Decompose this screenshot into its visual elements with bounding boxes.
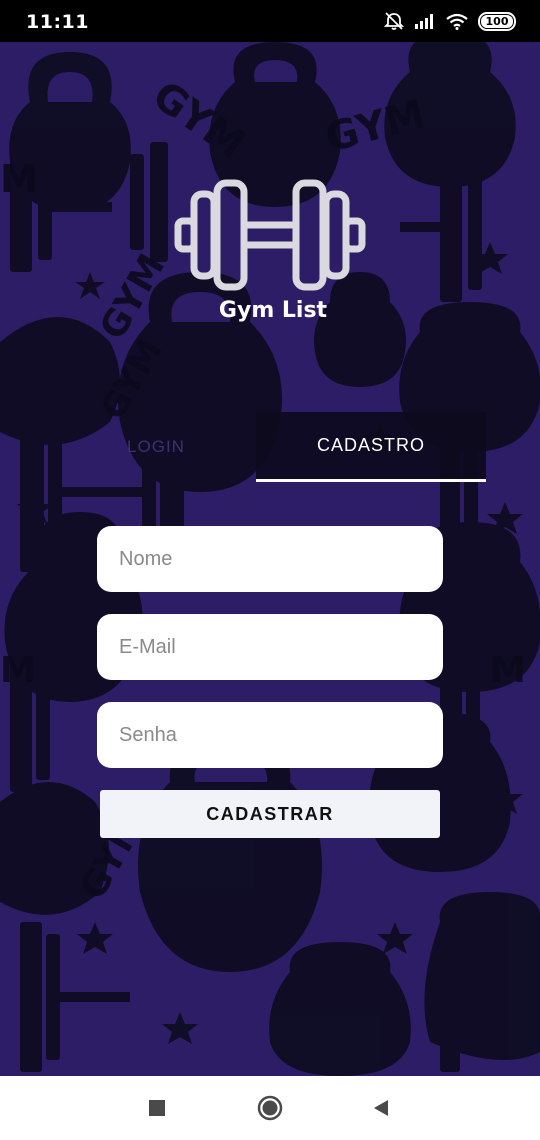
- name-input[interactable]: [97, 526, 443, 592]
- recent-apps-button[interactable]: [142, 1094, 172, 1122]
- active-tab-indicator: [256, 479, 486, 482]
- svg-text:M: M: [0, 650, 36, 691]
- register-button[interactable]: CADASTRAR: [100, 790, 440, 838]
- battery-level: 100: [485, 14, 509, 28]
- signal-icon: [415, 14, 433, 29]
- wifi-icon: [446, 13, 468, 30]
- tab-cadastro[interactable]: CADASTRO: [256, 412, 486, 479]
- status-time: 11:11: [26, 11, 89, 33]
- app-title: Gym List: [218, 298, 328, 323]
- battery-icon: 100: [478, 11, 516, 31]
- status-icons: 100: [384, 10, 516, 32]
- password-input[interactable]: [97, 702, 443, 768]
- svg-text:M: M: [0, 157, 38, 201]
- register-screen: GYM GYM M GYM M GYM GYM M Gym List LOGIN…: [0, 42, 540, 1076]
- navigation-bar: [0, 1076, 540, 1140]
- alarm-off-icon: [384, 12, 404, 30]
- home-icon: [257, 1095, 283, 1121]
- recent-apps-icon: [149, 1100, 165, 1116]
- back-icon: [374, 1100, 388, 1116]
- home-button[interactable]: [255, 1094, 285, 1122]
- tab-login[interactable]: LOGIN: [58, 412, 254, 482]
- email-input[interactable]: [97, 614, 443, 680]
- status-bar: 11:11 100: [0, 0, 540, 42]
- svg-text:M: M: [490, 650, 526, 691]
- back-button[interactable]: [366, 1094, 396, 1122]
